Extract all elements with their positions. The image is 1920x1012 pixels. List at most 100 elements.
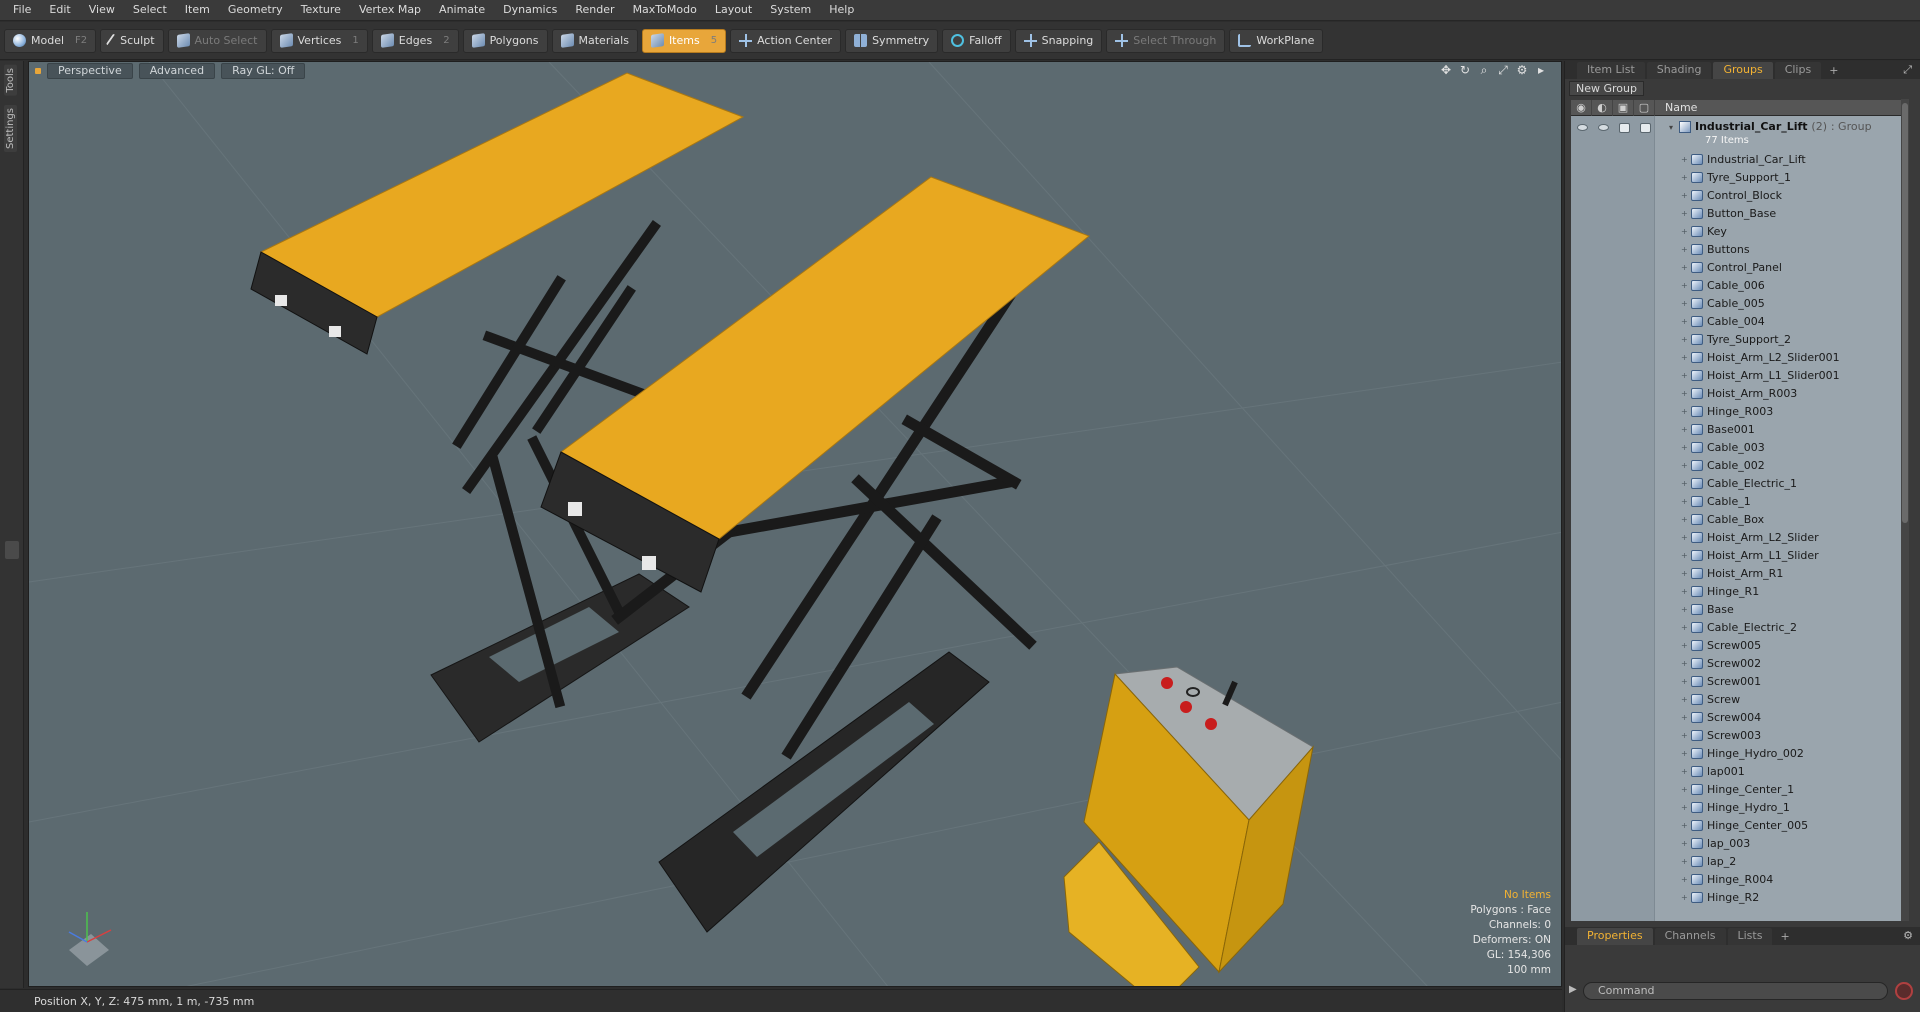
- expand-item-icon[interactable]: +: [1681, 785, 1688, 794]
- menu-geometry[interactable]: Geometry: [219, 0, 292, 21]
- add-tab-icon[interactable]: +: [1823, 63, 1844, 79]
- expand-item-icon[interactable]: +: [1681, 461, 1688, 470]
- group-item-row[interactable]: + Cable_002: [1571, 456, 1909, 474]
- zoom-icon[interactable]: ⌕: [1478, 64, 1490, 76]
- group-item-row[interactable]: + Key: [1571, 222, 1909, 240]
- group-item-row[interactable]: + Control_Block: [1571, 186, 1909, 204]
- tab-lists[interactable]: Lists: [1727, 928, 1773, 945]
- group-item-row[interactable]: + Hinge_R1: [1571, 582, 1909, 600]
- menu-dynamics[interactable]: Dynamics: [494, 0, 566, 21]
- expand-item-icon[interactable]: +: [1681, 587, 1688, 596]
- polygons-mode-button[interactable]: Polygons: [462, 28, 548, 53]
- raygl-dropdown[interactable]: Ray GL: Off: [221, 63, 306, 79]
- falloff-button[interactable]: Falloff: [942, 28, 1011, 53]
- expand-item-icon[interactable]: +: [1681, 767, 1688, 776]
- expand-item-icon[interactable]: +: [1681, 299, 1688, 308]
- group-item-row[interactable]: + Hoist_Arm_L2_Slider001: [1571, 348, 1909, 366]
- menu-animate[interactable]: Animate: [430, 0, 494, 21]
- viewport-menu-icon[interactable]: [35, 68, 41, 74]
- symmetry-button[interactable]: Symmetry: [845, 28, 939, 53]
- group-item-row[interactable]: + Button_Base: [1571, 204, 1909, 222]
- group-item-row[interactable]: + Cable_003: [1571, 438, 1909, 456]
- auto-select-button[interactable]: Auto Select: [167, 28, 267, 53]
- group-item-row[interactable]: + Cable_Box: [1571, 510, 1909, 528]
- menu-vertex-map[interactable]: Vertex Map: [350, 0, 430, 21]
- tab-item-list[interactable]: Item List: [1577, 62, 1645, 79]
- menu-edit[interactable]: Edit: [40, 0, 79, 21]
- shading-advanced-dropdown[interactable]: Advanced: [138, 63, 216, 79]
- root-select-checkbox[interactable]: [1640, 123, 1651, 133]
- menu-maxtomodo[interactable]: MaxToModo: [624, 0, 706, 21]
- expand-item-icon[interactable]: +: [1681, 875, 1688, 884]
- add-properties-tab-icon[interactable]: +: [1774, 929, 1795, 945]
- group-item-row[interactable]: + Screw002: [1571, 654, 1909, 672]
- group-item-row[interactable]: + Hoist_Arm_L2_Slider: [1571, 528, 1909, 546]
- expand-item-icon[interactable]: +: [1681, 857, 1688, 866]
- expand-item-icon[interactable]: +: [1681, 641, 1688, 650]
- vertices-mode-button[interactable]: Vertices 1: [270, 28, 368, 53]
- expand-item-icon[interactable]: +: [1681, 605, 1688, 614]
- expand-item-icon[interactable]: +: [1681, 173, 1688, 182]
- tab-shading[interactable]: Shading: [1646, 62, 1712, 79]
- menu-file[interactable]: File: [4, 0, 40, 21]
- expand-item-icon[interactable]: +: [1681, 371, 1688, 380]
- command-expand-arrow-icon[interactable]: ▶: [1569, 984, 1577, 995]
- expand-item-icon[interactable]: +: [1681, 389, 1688, 398]
- group-item-row[interactable]: + Industrial_Car_Lift: [1571, 150, 1909, 168]
- viewport-expand-arrow-icon[interactable]: ▸: [1535, 64, 1547, 76]
- group-item-row[interactable]: + Screw: [1571, 690, 1909, 708]
- expand-item-icon[interactable]: +: [1681, 263, 1688, 272]
- group-item-row[interactable]: + Hinge_Hydro_002: [1571, 744, 1909, 762]
- group-item-row[interactable]: + lap_2: [1571, 852, 1909, 870]
- expand-item-icon[interactable]: +: [1681, 245, 1688, 254]
- 3d-viewport[interactable]: Perspective Advanced Ray GL: Off ✥ ↻ ⌕ ⤢…: [28, 61, 1562, 987]
- expand-item-icon[interactable]: +: [1681, 803, 1688, 812]
- expand-item-icon[interactable]: +: [1681, 821, 1688, 830]
- viewport-settings-gear-icon[interactable]: ⚙: [1516, 64, 1528, 76]
- group-item-row[interactable]: + Base: [1571, 600, 1909, 618]
- group-item-row[interactable]: + Cable_Electric_2: [1571, 618, 1909, 636]
- group-item-row[interactable]: + Hinge_Hydro_1: [1571, 798, 1909, 816]
- pan-icon[interactable]: ✥: [1440, 64, 1452, 76]
- properties-gear-icon[interactable]: ⚙: [1903, 929, 1913, 942]
- group-item-row[interactable]: + Buttons: [1571, 240, 1909, 258]
- expand-item-icon[interactable]: +: [1681, 731, 1688, 740]
- expand-item-icon[interactable]: +: [1681, 353, 1688, 362]
- expand-item-icon[interactable]: +: [1681, 569, 1688, 578]
- expand-item-icon[interactable]: +: [1681, 407, 1688, 416]
- tree-scrollbar-thumb[interactable]: [1902, 103, 1908, 523]
- group-item-row[interactable]: + Screw003: [1571, 726, 1909, 744]
- view-mode-dropdown[interactable]: Perspective: [47, 63, 133, 79]
- select-through-button[interactable]: Select Through: [1106, 28, 1226, 53]
- tab-clips[interactable]: Clips: [1774, 62, 1822, 79]
- expand-item-icon[interactable]: +: [1681, 443, 1688, 452]
- menu-select[interactable]: Select: [124, 0, 176, 21]
- root-lock-checkbox[interactable]: [1619, 123, 1630, 133]
- group-item-row[interactable]: + Cable_004: [1571, 312, 1909, 330]
- group-item-row[interactable]: + Screw001: [1571, 672, 1909, 690]
- expand-item-icon[interactable]: +: [1681, 317, 1688, 326]
- lock-column-icon[interactable]: ▣: [1613, 99, 1634, 116]
- command-record-button[interactable]: [1895, 982, 1913, 1000]
- group-item-row[interactable]: + Hinge_Center_1: [1571, 780, 1909, 798]
- visibility-column-eye-icon[interactable]: ◉: [1571, 99, 1592, 116]
- menu-help[interactable]: Help: [820, 0, 863, 21]
- group-item-row[interactable]: + Screw004: [1571, 708, 1909, 726]
- snapping-button[interactable]: Snapping: [1014, 28, 1103, 53]
- group-item-row[interactable]: + Cable_Electric_1: [1571, 474, 1909, 492]
- menu-render[interactable]: Render: [566, 0, 623, 21]
- group-item-row[interactable]: + Cable_005: [1571, 294, 1909, 312]
- group-item-row[interactable]: + Screw005: [1571, 636, 1909, 654]
- expand-item-icon[interactable]: +: [1681, 659, 1688, 668]
- settings-tab[interactable]: Settings: [4, 105, 17, 153]
- sculpt-mode-button[interactable]: Sculpt: [100, 28, 164, 53]
- expand-item-icon[interactable]: +: [1681, 497, 1688, 506]
- root-visibility-eye-icon[interactable]: [1577, 124, 1588, 131]
- expand-item-icon[interactable]: +: [1681, 713, 1688, 722]
- group-item-row[interactable]: + Hinge_Center_005: [1571, 816, 1909, 834]
- menu-item[interactable]: Item: [176, 0, 219, 21]
- strip-toggle-handle[interactable]: [5, 541, 19, 559]
- group-item-row[interactable]: + Hinge_R003: [1571, 402, 1909, 420]
- edges-mode-button[interactable]: Edges 2: [371, 28, 459, 53]
- tab-groups[interactable]: Groups: [1713, 62, 1773, 79]
